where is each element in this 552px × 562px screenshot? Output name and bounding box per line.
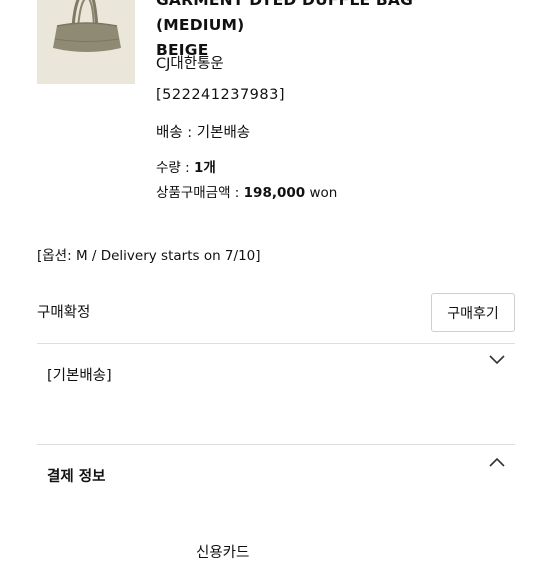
divider [37,343,515,344]
quantity-label: 수량 : [156,160,194,176]
purchase-amount: 상품구매금액 : 198,000 won [156,181,337,201]
section-shipping-label[interactable]: [기본배송] [47,364,112,385]
price-value: 198,000 [243,185,306,201]
chevron-up-icon[interactable] [488,456,506,468]
courier-name: CJ대한통운 [156,56,224,72]
product-thumbnail[interactable] [37,0,135,84]
chevron-down-icon[interactable] [488,354,506,366]
duffle-bag-image [37,0,135,84]
purchase-confirmed-label: 구매확정 [37,305,91,321]
order-options: [옵션: M / Delivery starts on 7/10] [37,248,261,264]
price-label: 상품구매금액 : [156,185,244,201]
price-unit: won [305,185,338,201]
tracking-number[interactable]: [522241237983] [156,87,285,103]
quantity-value: 1개 [193,160,216,176]
shipping-method: 배송 : 기본배송 [156,125,251,141]
divider [37,444,515,445]
quantity: 수량 : 1개 [156,156,216,176]
section-payment-label[interactable]: 결제 정보 [47,465,105,486]
write-review-button[interactable]: 구매후기 [431,293,515,332]
